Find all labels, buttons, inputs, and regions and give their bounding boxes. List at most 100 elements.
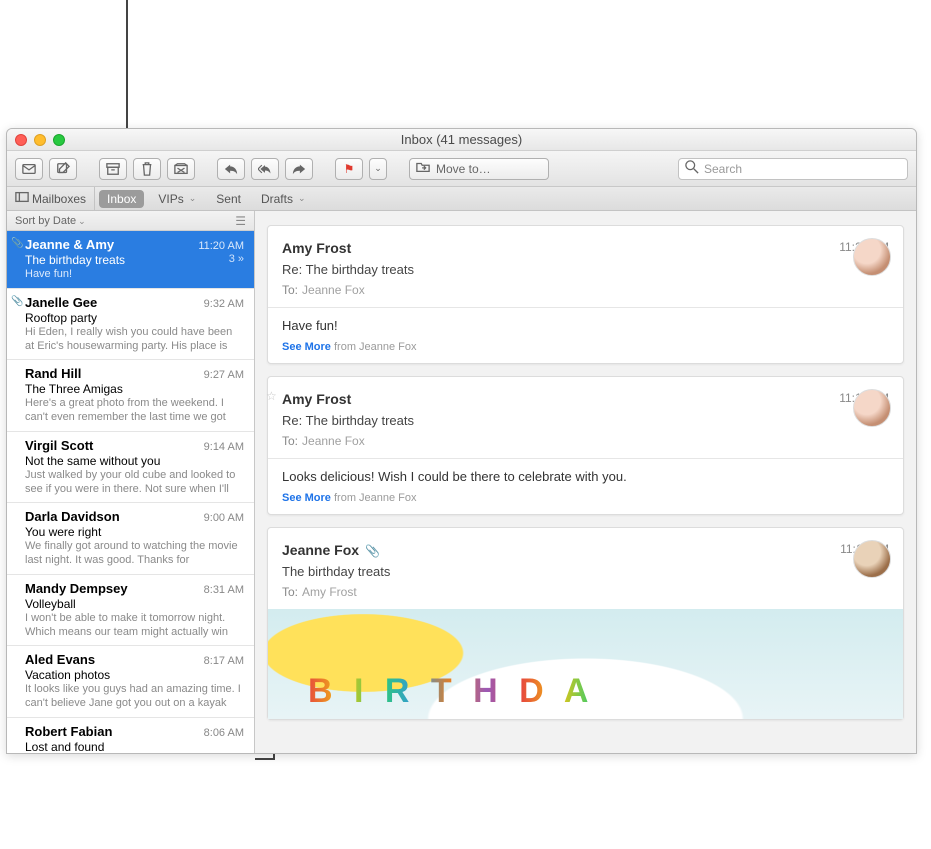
from-name[interactable]: Jeanne Fox	[282, 542, 359, 558]
sidebar-icon	[15, 190, 29, 207]
conversation-view: Amy Frost11:20 AMRe: The birthday treats…	[255, 211, 916, 753]
window-controls	[7, 134, 65, 146]
callout-line-top	[126, 0, 128, 129]
message-preview: It looks like you guys had an amazing ti…	[25, 683, 244, 711]
reply-button[interactable]	[217, 158, 245, 180]
callout-line-bottom-h	[255, 758, 275, 760]
search-field[interactable]: Search	[678, 158, 908, 180]
message-row[interactable]: Mandy Dempsey 8:31 AMVolleyballI won't be…	[7, 575, 254, 647]
message-subject: The birthday treats3	[25, 253, 244, 267]
message-subject: Re: The birthday treats	[282, 262, 889, 277]
message-preview: Here's a great photo from the weekend. I…	[25, 397, 244, 425]
star-icon[interactable]: ☆	[266, 389, 277, 403]
chevron-down-icon: ⌄	[374, 163, 382, 174]
attachment-icon: 📎	[11, 238, 23, 249]
flag-menu-button[interactable]: ⌄	[369, 158, 387, 180]
message-sender: Mandy Dempsey	[25, 581, 128, 596]
avatar[interactable]	[853, 238, 891, 276]
move-to-button[interactable]: Move to…	[409, 158, 549, 180]
message-body: Have fun!	[282, 318, 889, 333]
sort-header[interactable]: Sort by Date ☰	[7, 211, 254, 231]
message-list: Sort by Date ☰ 📎Jeanne & Amy11:20 AMThe …	[7, 211, 255, 753]
folder-arrow-icon	[416, 160, 430, 177]
flag-button[interactable]: ⚑	[335, 158, 363, 180]
filter-icon[interactable]: ☰	[235, 214, 246, 228]
drafts-tab[interactable]: Drafts	[251, 187, 316, 210]
to-recipient[interactable]: Jeanne Fox	[302, 434, 365, 448]
junk-button[interactable]	[167, 158, 195, 180]
message-preview: Just walked by your old cube and looked …	[25, 469, 244, 497]
message-row[interactable]: Darla Davidson9:00 AMYou were rightWe fi…	[7, 503, 254, 575]
message-row[interactable]: 📎Jeanne & Amy11:20 AMThe birthday treats…	[7, 231, 254, 289]
close-window-button[interactable]	[15, 134, 27, 146]
reply-all-button[interactable]	[251, 158, 279, 180]
message-subject: Not the same without you	[25, 454, 244, 468]
toolbar: ⚑ ⌄ Move to… Search	[7, 151, 916, 187]
inbox-tab[interactable]: Inbox	[99, 190, 144, 208]
forward-icon	[292, 162, 306, 176]
search-icon	[685, 160, 699, 177]
junk-icon	[174, 162, 188, 176]
message-row[interactable]: Rand Hill9:27 AMThe Three AmigasHere's a…	[7, 360, 254, 432]
attachment-image[interactable]	[268, 609, 903, 719]
attachment-icon: 📎	[11, 296, 23, 307]
envelope-icon	[22, 162, 36, 176]
message-time: 8:31 AM	[204, 584, 244, 596]
window-title: Inbox (41 messages)	[7, 132, 916, 147]
compose-button[interactable]	[49, 158, 77, 180]
archive-icon	[106, 162, 120, 176]
message-subject: Re: The birthday treats	[282, 413, 889, 428]
sort-label: Sort by Date	[15, 215, 86, 227]
message-card[interactable]: Jeanne Fox📎11:11 AMThe birthday treatsTo…	[267, 527, 904, 720]
titlebar: Inbox (41 messages)	[7, 129, 916, 151]
message-list-items: 📎Jeanne & Amy11:20 AMThe birthday treats…	[7, 231, 254, 753]
trash-icon	[140, 162, 154, 176]
drafts-label: Drafts	[261, 192, 293, 206]
message-sender: Janelle Gee	[25, 295, 97, 310]
see-more-link[interactable]: See More from Jeanne Fox	[282, 341, 889, 353]
minimize-window-button[interactable]	[34, 134, 46, 146]
avatar[interactable]	[853, 540, 891, 578]
message-row[interactable]: Robert Fabian8:06 AMLost and foundHi eve…	[7, 718, 254, 753]
to-line: To:Jeanne Fox	[282, 283, 889, 297]
message-card[interactable]: Amy Frost11:20 AMRe: The birthday treats…	[267, 225, 904, 364]
see-more-link[interactable]: See More from Jeanne Fox	[282, 492, 889, 504]
from-name[interactable]: Amy Frost	[282, 240, 351, 256]
flag-icon: ⚑	[344, 162, 355, 176]
to-recipient[interactable]: Jeanne Fox	[302, 283, 365, 297]
message-time: 9:14 AM	[204, 441, 244, 453]
message-sender: Rand Hill	[25, 366, 81, 381]
inbox-label: Inbox	[107, 192, 136, 206]
message-subject: Volleyball	[25, 597, 244, 611]
move-to-label: Move to…	[436, 162, 491, 176]
archive-button[interactable]	[99, 158, 127, 180]
forward-button[interactable]	[285, 158, 313, 180]
message-row[interactable]: Aled Evans8:17 AMVacation photosIt looks…	[7, 646, 254, 718]
message-subject: You were right	[25, 525, 244, 539]
vips-tab[interactable]: VIPs	[148, 187, 206, 210]
delete-button[interactable]	[133, 158, 161, 180]
message-time: 9:27 AM	[204, 369, 244, 381]
message-sender: Darla Davidson	[25, 509, 120, 524]
message-preview: Have fun!	[25, 268, 244, 282]
to-recipient[interactable]: Amy Frost	[302, 585, 357, 599]
message-card[interactable]: ☆Amy Frost11:13 AMRe: The birthday treat…	[267, 376, 904, 515]
message-subject: Lost and found	[25, 740, 244, 753]
message-time: 11:20 AM	[198, 240, 244, 252]
sent-tab[interactable]: Sent	[206, 187, 251, 210]
from-name[interactable]: Amy Frost	[282, 391, 351, 407]
zoom-window-button[interactable]	[53, 134, 65, 146]
attachment-icon: 📎	[365, 544, 380, 558]
message-subject: The birthday treats	[282, 564, 889, 579]
message-row[interactable]: 📎Janelle Gee9:32 AMRooftop partyHi Eden,…	[7, 289, 254, 361]
reply-all-icon	[258, 162, 272, 176]
message-preview: I won't be able to make it tomorrow nigh…	[25, 612, 244, 640]
message-sender: Aled Evans	[25, 652, 95, 667]
message-row[interactable]: Virgil Scott9:14 AMNot the same without …	[7, 432, 254, 504]
message-subject: Vacation photos	[25, 668, 244, 682]
avatar[interactable]	[853, 389, 891, 427]
search-placeholder: Search	[704, 162, 742, 176]
get-mail-button[interactable]	[15, 158, 43, 180]
thread-count: 3	[229, 253, 244, 265]
mailboxes-button[interactable]: Mailboxes	[7, 187, 95, 210]
